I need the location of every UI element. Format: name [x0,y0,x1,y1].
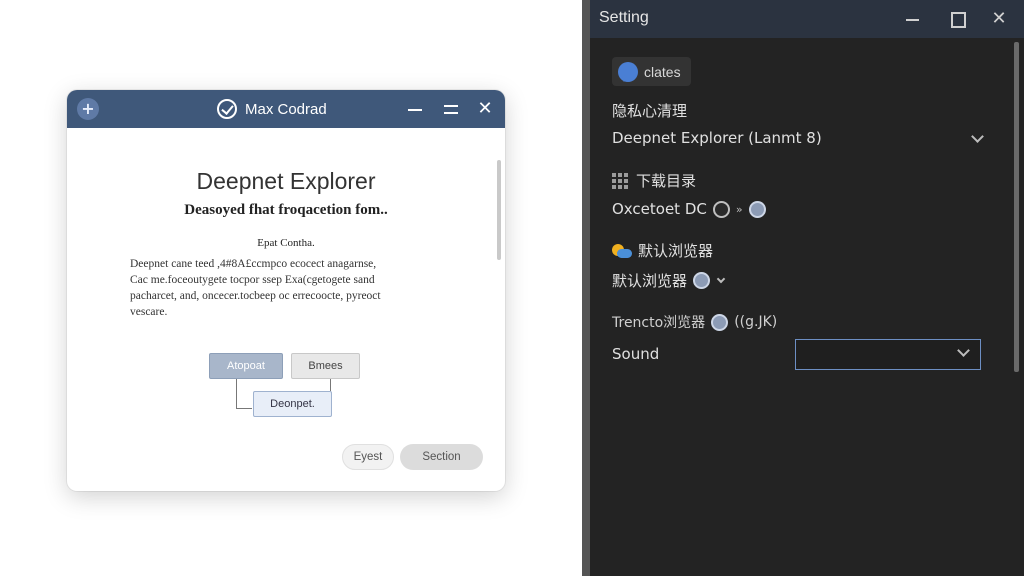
browser-dropdown-value: Deepnet Explorer (Lanmt 8) [612,129,822,147]
body-line: Cac me.foceoutygete tocpor ssep Exa(cget… [130,274,375,286]
weather-icon [612,242,632,260]
sound-select[interactable] [795,339,981,370]
dialog-title-group: Max Codrad [217,99,327,119]
accept-button[interactable]: Atopoat [209,353,283,379]
default-browser-heading-row: 默认浏览器 [612,240,713,261]
check-circle-icon [217,99,237,119]
body-line: vescare. [130,306,168,318]
dialog-title: Max Codrad [245,100,327,118]
default-button[interactable]: Deonpet. [253,391,332,417]
settings-title: Setting [599,9,649,26]
maximize-button[interactable] [946,9,968,29]
settings-scrollbar[interactable] [1014,42,1019,372]
chat-bubble-icon [618,61,638,82]
trend-value: ((g.JK) [734,314,778,330]
chat-chip[interactable]: clates [612,57,691,86]
download-radio-2[interactable] [748,200,766,218]
default-browser-heading: 默认浏览器 [638,242,714,260]
chevron-down-icon [957,344,970,357]
dialog-titlebar[interactable]: + Max Codrad ✕ [67,90,505,128]
section-button[interactable]: Section [400,444,483,470]
trend-label: Trencto浏览器 [612,315,706,331]
settings-titlebar[interactable]: Setting ✕ [590,0,1024,38]
app-icon[interactable]: + [77,98,99,120]
close-button[interactable]: ✕ [988,9,1010,29]
browse-button[interactable]: Bmees [291,353,360,379]
default-browser-radio[interactable] [693,272,711,289]
grid-icon [612,172,628,189]
maximize-button[interactable] [439,98,463,120]
download-heading: 下载目录 [636,172,697,190]
download-heading-row: 下载目录 [612,170,696,191]
connector-line [236,379,252,409]
trend-row: Trencto浏览器 ((g.JK) [612,312,777,332]
body-line: Deepnet cane teed ,4#8A£ccmpco ecocect a… [130,258,377,270]
chevron-down-icon [971,129,984,143]
minimize-button[interactable] [902,9,924,29]
download-arrows: » [735,202,743,216]
dialog-body-text: Deepnet cane teed ,4#8A£ccmpco ecocect a… [130,256,460,320]
download-radio-1[interactable] [712,200,730,218]
eyest-button[interactable]: Eyest [342,444,394,470]
dialog-window: + Max Codrad ✕ Deepnet Explorer Deasoyed… [67,90,505,491]
dialog-subheading: Deasoyed fhat froqacetion fom.. [184,202,388,218]
download-value: Oxcetoet DC [612,200,707,218]
chevron-down-icon[interactable] [716,274,726,284]
close-button[interactable]: ✕ [473,98,497,120]
dialog-heading: Deepnet Explorer [196,168,376,194]
default-browser-row: 默认浏览器 [612,270,726,291]
browser-dropdown[interactable]: Deepnet Explorer (Lanmt 8) [612,129,984,147]
trend-radio[interactable] [711,313,729,331]
privacy-heading: 隐私心清理 [612,102,688,120]
download-option-row: Oxcetoet DC » [612,200,766,218]
settings-window: Setting ✕ clates 隐私心清理 Deepnet Explorer … [582,0,1024,576]
connector-line [330,379,331,391]
default-browser-value: 默认浏览器 [612,272,688,290]
sound-label: Sound [612,345,660,363]
body-line: pacharcet, and, oncecer.tocbeep oc errec… [130,290,381,302]
minimize-button[interactable] [403,98,427,120]
chip-label: clates [644,63,681,80]
dialog-section-label: Epat Contha. [257,237,315,249]
